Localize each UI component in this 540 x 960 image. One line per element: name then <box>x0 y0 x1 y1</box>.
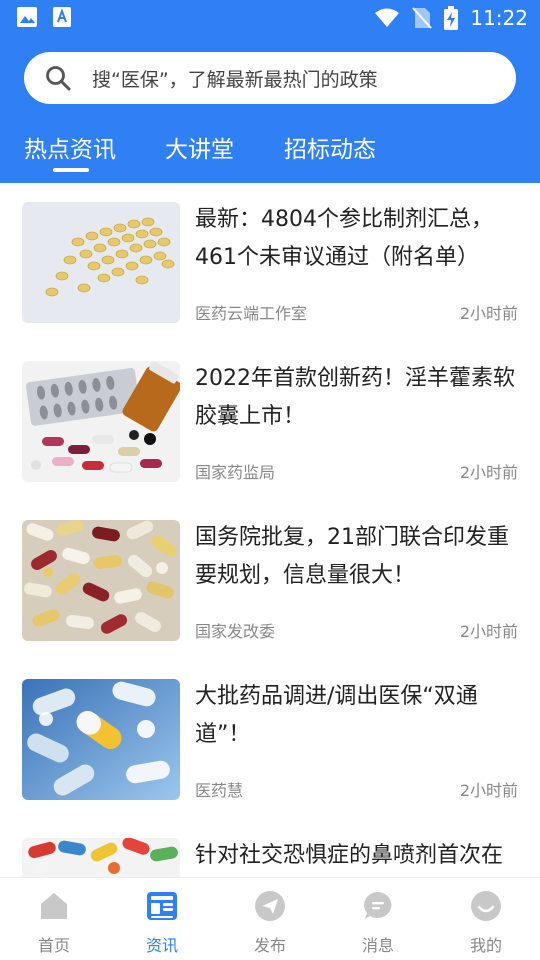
wifi-icon <box>375 8 400 27</box>
article-time: 2小时前 <box>459 304 518 323</box>
profile-icon <box>471 891 501 921</box>
nav-news[interactable]: 资讯 <box>108 890 216 956</box>
bottom-navigation: 首页 资讯 发布 消息 我的 <box>0 877 540 960</box>
article-item[interactable]: 2022年首款创新药！淫羊藿素软胶囊上市！ 国家药监局 2小时前 <box>0 342 540 501</box>
tab-hot-news[interactable]: 热点资讯 <box>24 130 116 164</box>
article-time: 2小时前 <box>459 781 518 800</box>
nav-publish-label: 发布 <box>253 936 286 955</box>
article-time: 2小时前 <box>459 622 518 641</box>
article-thumbnail <box>22 838 180 877</box>
article-source: 医药云端工作室 <box>195 304 308 323</box>
article-title: 大批药品调进/调出医保“双通道”！ <box>195 684 478 747</box>
category-tabs: 热点资讯 大讲堂 招标动态 <box>0 126 540 176</box>
article-title: 最新：4804个参比制剂汇总，461个未审议通过（附名单） <box>195 207 493 270</box>
nav-news-label: 资讯 <box>145 936 178 955</box>
article-source: 国家药监局 <box>195 463 276 482</box>
tab-lecture-hall[interactable]: 大讲堂 <box>165 130 234 164</box>
nav-messages[interactable]: 消息 <box>324 890 432 956</box>
article-title: 国务院批复，21部门联合印发重要规划，信息量很大！ <box>195 525 509 588</box>
nav-home[interactable]: 首页 <box>0 890 108 956</box>
article-title: 针对社交恐惧症的鼻喷剂首次在 <box>195 843 504 868</box>
nav-profile-label: 我的 <box>469 936 502 955</box>
news-icon <box>147 892 177 920</box>
article-source: 医药慧 <box>195 781 244 800</box>
article-item[interactable]: 最新：4804个参比制剂汇总，461个未审议通过（附名单） 医药云端工作室 2小… <box>0 183 540 342</box>
app-notification-icon <box>53 7 71 27</box>
nav-profile[interactable]: 我的 <box>432 890 540 956</box>
nav-home-label: 首页 <box>37 936 70 955</box>
article-time: 2小时前 <box>459 463 518 482</box>
article-item[interactable]: 大批药品调进/调出医保“双通道”！ 医药慧 2小时前 <box>0 660 540 819</box>
article-item[interactable]: 针对社交恐惧症的鼻喷剂首次在 <box>0 819 540 877</box>
status-time: 11:22 <box>470 6 528 30</box>
active-tab-indicator <box>53 168 89 172</box>
send-icon <box>255 891 285 921</box>
article-source: 国家发改委 <box>195 622 276 641</box>
nav-publish[interactable]: 发布 <box>216 890 324 956</box>
app-header: 11:22 搜“医保”，了解最新最热门的政策 热点资讯 大讲堂 招标动态 <box>0 0 540 183</box>
article-thumbnail <box>22 361 180 482</box>
nav-messages-label: 消息 <box>361 936 394 955</box>
status-bar: 11:22 <box>0 0 540 36</box>
message-icon <box>364 892 392 919</box>
tab-tender-news[interactable]: 招标动态 <box>284 130 376 164</box>
battery-charging-icon <box>444 6 459 30</box>
home-icon <box>41 893 67 919</box>
gallery-notification-icon <box>17 7 37 27</box>
article-title: 2022年首款创新药！淫羊藿素软胶囊上市！ <box>195 366 515 429</box>
article-list[interactable]: 最新：4804个参比制剂汇总，461个未审议通过（附名单） 医药云端工作室 2小… <box>0 183 540 877</box>
search-placeholder: 搜“医保”，了解最新最热门的政策 <box>92 68 378 91</box>
search-bar[interactable]: 搜“医保”，了解最新最热门的政策 <box>24 52 516 104</box>
article-item[interactable]: 国务院批复，21部门联合印发重要规划，信息量很大！ 国家发改委 2小时前 <box>0 501 540 660</box>
search-icon <box>46 66 71 91</box>
article-thumbnail <box>22 520 180 641</box>
no-sim-icon <box>412 7 433 29</box>
article-thumbnail <box>22 679 180 800</box>
article-thumbnail <box>22 202 180 323</box>
